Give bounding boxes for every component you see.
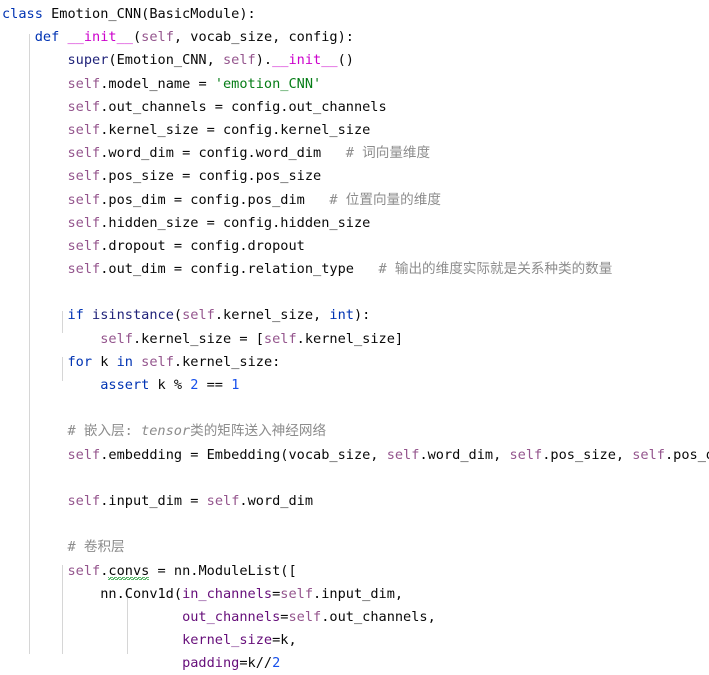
- code-line-7: self.word_dim = config.word_dim # 词向量维度: [67, 145, 431, 162]
- code-line-6: self.kernel_size = config.kernel_size: [67, 121, 371, 138]
- token-self: self: [100, 330, 133, 347]
- token-self: self: [222, 52, 256, 69]
- token-self: self: [67, 492, 101, 509]
- comment-embedding-layer: # 嵌入层: tensor类的矩阵送入神经网络: [67, 423, 327, 440]
- builtin-isinstance: isinstance: [92, 307, 174, 324]
- token-self: self: [67, 191, 101, 208]
- code-line-22: self.input_dim = self.word_dim: [67, 492, 314, 509]
- function-name-init: __init__: [67, 29, 133, 46]
- token-self: self: [182, 307, 215, 324]
- comment-out-dim: # 输出的维度实际就是关系种类的数量: [378, 261, 613, 278]
- code-line-20: self.embedding = Embedding(vocab_size, s…: [67, 446, 709, 463]
- code-editor[interactable]: class Emotion_CNN(BasicModule): def __in…: [0, 0, 709, 671]
- token-self: self: [67, 98, 101, 115]
- code-line-11: self.dropout = config.dropout: [67, 237, 305, 254]
- token-self: self: [280, 585, 314, 602]
- builtin-super: super: [67, 52, 109, 69]
- token-self: self: [67, 562, 101, 579]
- code-line-16: for k in self.kernel_size:: [67, 353, 281, 370]
- token-self: self: [67, 145, 101, 162]
- code-line-4: self.model_name = 'emotion_CNN': [67, 75, 322, 92]
- code-line-21-blank: [0, 467, 709, 490]
- token-self: self: [141, 29, 174, 46]
- code-content[interactable]: class Emotion_CNN(BasicModule): def __in…: [0, 0, 709, 675]
- string-literal: 'emotion_CNN': [214, 75, 322, 92]
- code-line-5: self.out_channels = config.out_channels: [67, 98, 387, 115]
- kwarg-kernel-size: kernel_size: [182, 632, 273, 649]
- token-self: self: [67, 75, 101, 92]
- token-self: self: [67, 168, 101, 185]
- code-line-8: self.pos_size = config.pos_size: [67, 168, 322, 185]
- code-line-18-blank: [0, 397, 709, 420]
- code-line-1: class Emotion_CNN(BasicModule):: [2, 6, 256, 22]
- token-self: self: [386, 446, 420, 463]
- token-self: self: [288, 608, 322, 625]
- keyword-for: for: [67, 353, 93, 370]
- token-self: self: [263, 330, 297, 347]
- keyword-class: class: [2, 6, 43, 22]
- keyword-if: if: [67, 307, 84, 324]
- kwarg-padding: padding: [182, 655, 240, 672]
- number-literal: 2: [272, 655, 281, 672]
- comment-conv-layer: # 卷积层: [67, 539, 125, 556]
- code-line-25: self.convs = nn.ModuleList([: [67, 562, 297, 580]
- builtin-type-int: int: [329, 307, 354, 324]
- kwarg-out-channels: out_channels: [182, 608, 281, 625]
- misspelled-identifier-convs: convs: [108, 562, 150, 580]
- code-line-28: kernel_size=k,: [182, 632, 297, 649]
- code-line-12: self.out_dim = config.relation_type # 输出…: [67, 261, 613, 278]
- token-self: self: [141, 353, 174, 370]
- keyword-in: in: [116, 353, 133, 370]
- code-line-3: super(Emotion_CNN, self).__init__(): [67, 52, 354, 69]
- token-self: self: [67, 446, 101, 463]
- kwarg-in-channels: in_channels: [182, 585, 273, 602]
- code-line-15: self.kernel_size = [self.kernel_size]: [100, 330, 404, 347]
- code-line-26: nn.Conv1d(in_channels=self.input_dim,: [2, 585, 404, 602]
- code-line-29-clipped: padding=k//2: [182, 655, 281, 672]
- comment-word-dim: # 词向量维度: [345, 145, 431, 162]
- code-line-19: # 嵌入层: tensor类的矩阵送入神经网络: [0, 420, 709, 443]
- number-literal: 1: [231, 377, 240, 393]
- token-self: self: [67, 214, 101, 231]
- code-line-9: self.pos_dim = config.pos_dim # 位置向量的维度: [67, 191, 441, 208]
- keyword-assert: assert: [100, 377, 150, 393]
- code-line-17: assert k % 2 == 1: [100, 377, 240, 393]
- code-line-2: def __init__(self, vocab_size, config):: [34, 29, 354, 46]
- code-line-23-blank: [0, 513, 709, 536]
- keyword-def: def: [34, 29, 60, 46]
- token-self: self: [632, 446, 665, 463]
- token-self: self: [67, 237, 101, 254]
- comment-italic-tensor: tensor: [141, 423, 191, 440]
- code-line-10: self.hidden_size = config.hidden_size: [67, 214, 371, 231]
- code-line-27: out_channels=self.out_channels,: [182, 608, 436, 625]
- token-self: self: [67, 261, 101, 278]
- code-line-13-blank: [0, 281, 709, 304]
- code-line-24: # 卷积层: [0, 536, 709, 559]
- code-line-14: if isinstance(self.kernel_size, int):: [67, 307, 371, 324]
- token-self: self: [509, 446, 543, 463]
- token-self: self: [67, 121, 101, 138]
- token-self: self: [206, 492, 240, 509]
- comment-pos-dim: # 位置向量的维度: [329, 191, 441, 208]
- function-name-init: __init__: [272, 52, 338, 69]
